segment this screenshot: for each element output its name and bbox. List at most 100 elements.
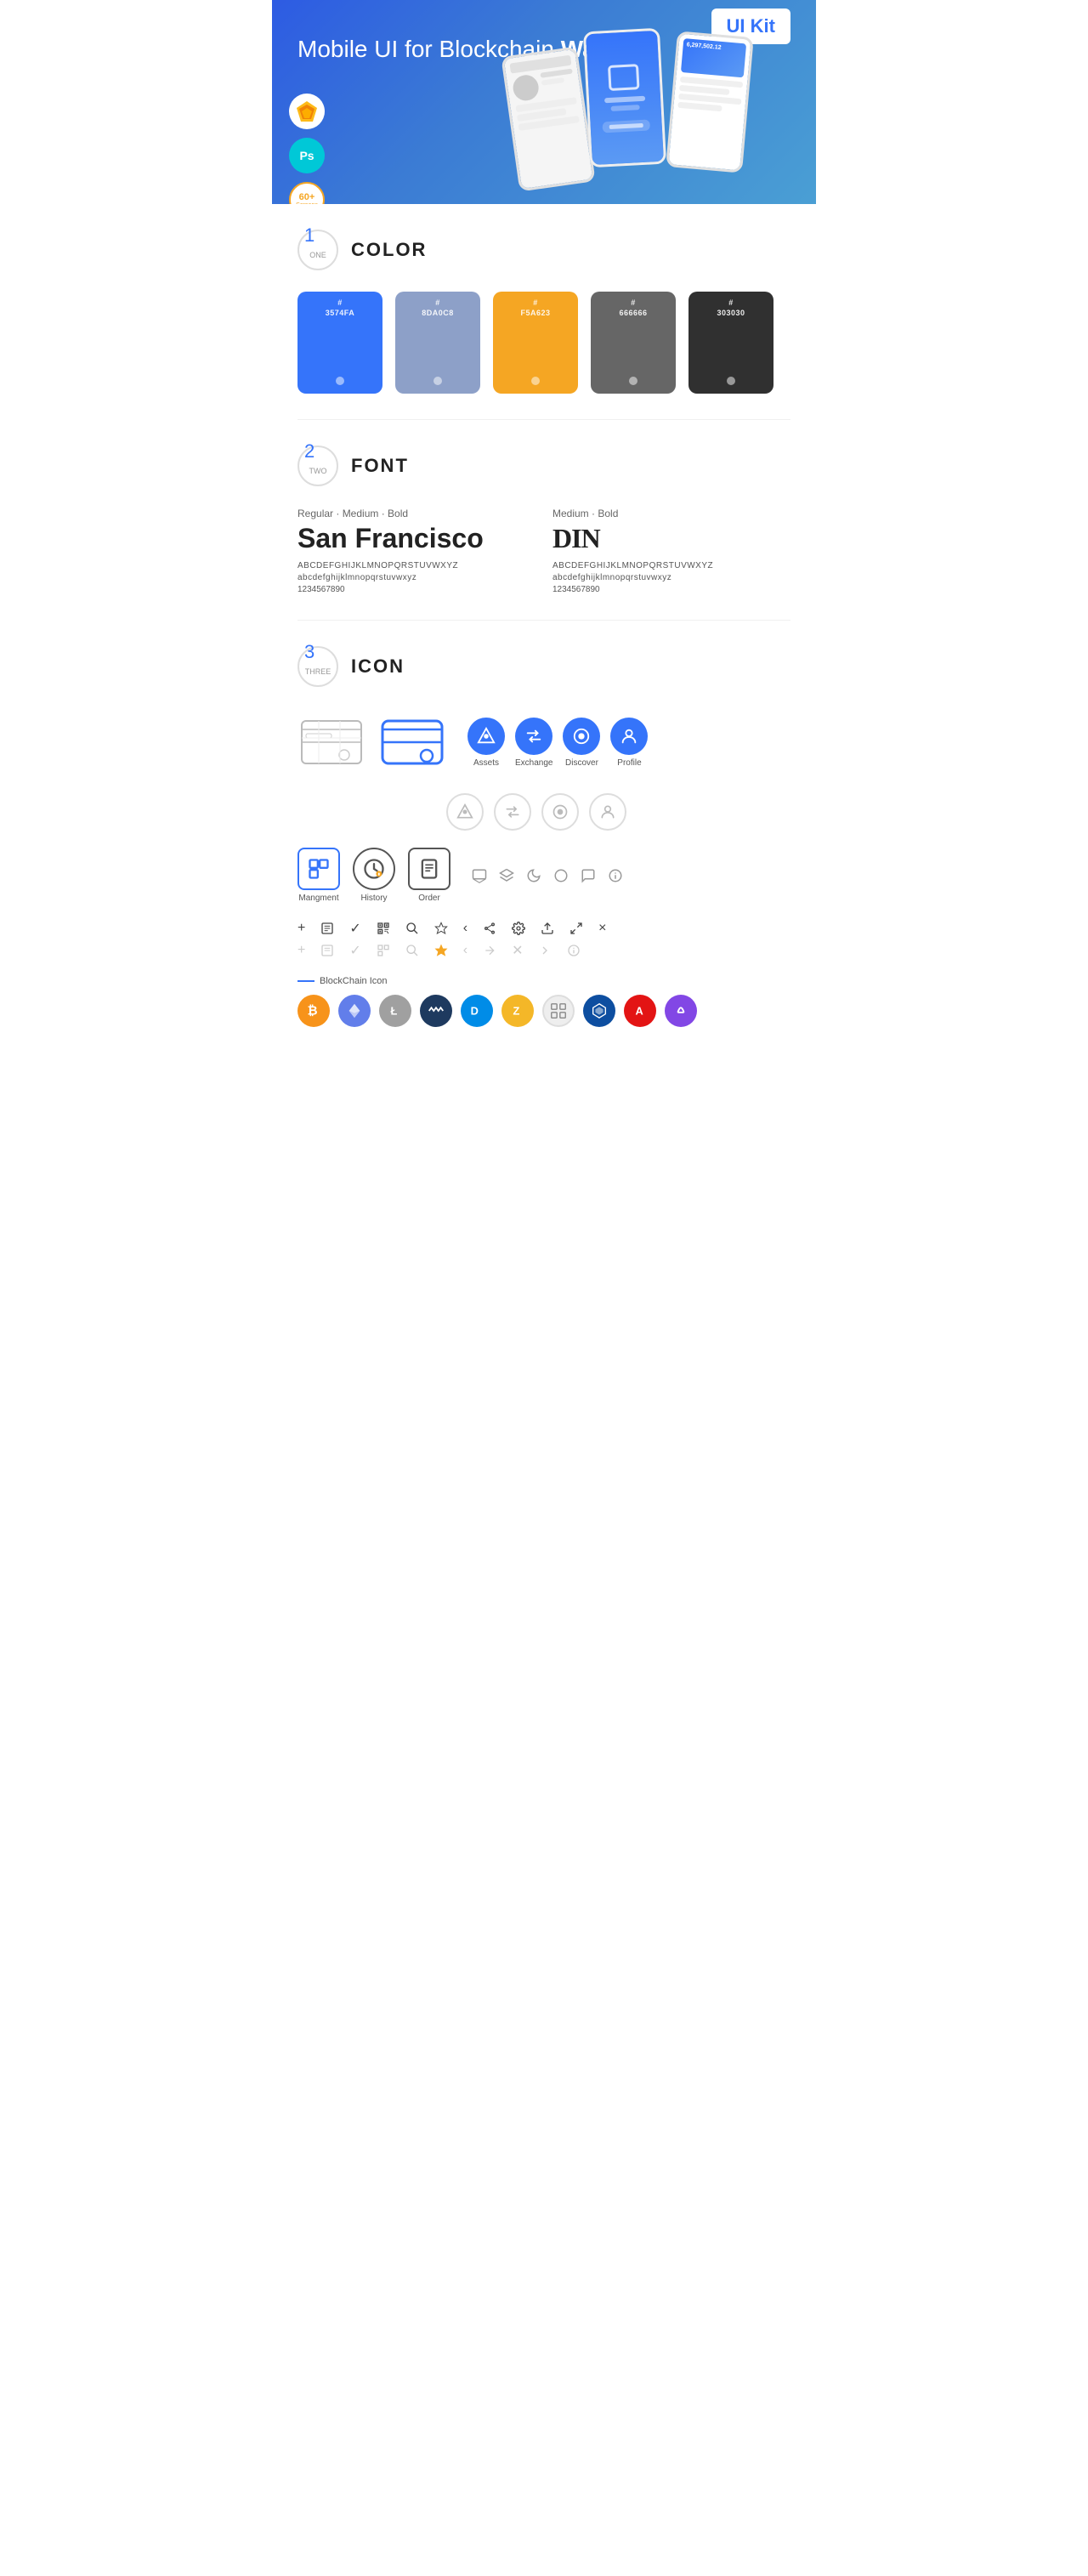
swatch-gray: #666666 bbox=[591, 292, 676, 394]
svg-text:₿: ₿ bbox=[308, 1005, 318, 1018]
history-icon-item: History bbox=[353, 848, 395, 903]
nav-icons-colored-group: Assets Exchange Discover Profile bbox=[468, 718, 648, 768]
font-sf-style: Regular · Medium · Bold bbox=[298, 508, 536, 519]
info-icon bbox=[608, 868, 623, 883]
font-section-number: 2 TWO bbox=[298, 445, 338, 486]
assets-outline bbox=[446, 793, 484, 831]
svg-text:Z: Z bbox=[513, 1005, 520, 1018]
zcash-icon: Z bbox=[502, 995, 534, 1027]
swatch-orange: #F5A623 bbox=[493, 292, 578, 394]
ark-icon: A bbox=[624, 995, 656, 1027]
phone-mock-3: 6,297,502.12 bbox=[666, 31, 754, 173]
color-section-title: COLOR bbox=[351, 239, 427, 261]
hero-badges: Ps 60+ Screens bbox=[289, 94, 325, 204]
color-section-header: 1 ONE COLOR bbox=[298, 230, 790, 270]
font-section-header: 2 TWO FONT bbox=[298, 445, 790, 486]
phone-mock-2 bbox=[583, 28, 666, 167]
check-icon-faded: ✓ bbox=[349, 942, 360, 959]
circle-icon bbox=[553, 868, 569, 883]
message-icon bbox=[581, 868, 596, 883]
font-sf-name: San Francisco bbox=[298, 523, 536, 554]
icon-section: 3 THREE ICON bbox=[272, 621, 816, 1053]
resize-icon bbox=[570, 922, 583, 935]
swatch-blue: #3574FA bbox=[298, 292, 382, 394]
font-sf-lowercase: abcdefghijklmnopqrstuvwxyz bbox=[298, 573, 536, 582]
chevron-left-faded: ‹ bbox=[463, 943, 468, 958]
font-sf-numbers: 1234567890 bbox=[298, 585, 536, 594]
phone-mockups: 6,297,502.12 bbox=[510, 17, 816, 204]
history-icon bbox=[353, 848, 395, 890]
font-sf-uppercase: ABCDEFGHIJKLMNOPQRSTUVWXYZ bbox=[298, 561, 536, 570]
bitcoin-icon: ₿ bbox=[298, 995, 330, 1027]
litecoin-icon: Ł bbox=[379, 995, 411, 1027]
plus-icon: + bbox=[298, 921, 305, 936]
matic-icon bbox=[665, 995, 697, 1027]
dash-icon: D bbox=[461, 995, 493, 1027]
upload-icon bbox=[541, 922, 554, 935]
color-section-number: 1 ONE bbox=[298, 230, 338, 270]
assets-icon bbox=[468, 718, 505, 755]
chat-icon bbox=[472, 868, 487, 883]
nav-icons-outline-row bbox=[446, 793, 790, 831]
hero-section: Mobile UI for Blockchain Wallet UI Kit P… bbox=[272, 0, 816, 204]
svg-text:Ł: Ł bbox=[391, 1005, 398, 1018]
qr-icon bbox=[377, 922, 390, 935]
svg-text:D: D bbox=[471, 1005, 479, 1018]
exchange-outline bbox=[494, 793, 531, 831]
font-grid: Regular · Medium · Bold San Francisco AB… bbox=[298, 508, 790, 594]
x-icon-faded: ✕ bbox=[512, 942, 523, 959]
blockchain-label: BlockChain Icon bbox=[298, 976, 790, 986]
ethereum-icon bbox=[338, 995, 371, 1027]
plus-icon-faded: + bbox=[298, 943, 305, 958]
wallet-colored-icon bbox=[378, 708, 446, 776]
discover-outline bbox=[541, 793, 579, 831]
small-icons-row-2: + ✓ ‹ ✕ bbox=[298, 942, 790, 959]
small-icons-row-1: + ✓ ‹ × bbox=[298, 920, 790, 937]
profile-outline-icon bbox=[589, 793, 626, 831]
order-icon bbox=[408, 848, 450, 890]
discover-nav-icon: Discover bbox=[563, 718, 600, 768]
exchange-nav-icon: Exchange bbox=[515, 718, 552, 768]
misc-icons-row bbox=[472, 868, 623, 883]
font-din: Medium · Bold DIN ABCDEFGHIJKLMNOPQRSTUV… bbox=[552, 508, 790, 594]
svg-text:A: A bbox=[636, 1005, 643, 1018]
close-icon: × bbox=[598, 921, 606, 936]
lisk-icon bbox=[583, 995, 615, 1027]
exchange-icon bbox=[515, 718, 552, 755]
exchange-outline-icon bbox=[494, 793, 531, 831]
moon-icon bbox=[526, 868, 541, 883]
font-san-francisco: Regular · Medium · Bold San Francisco AB… bbox=[298, 508, 536, 594]
icon-section-title: ICON bbox=[351, 655, 405, 678]
font-section-title: FONT bbox=[351, 455, 409, 477]
icon-section-number: 3 THREE bbox=[298, 646, 338, 687]
discover-outline-icon bbox=[541, 793, 579, 831]
waves-icon bbox=[420, 995, 452, 1027]
profile-nav-icon: Profile bbox=[610, 718, 648, 768]
note-icon bbox=[320, 922, 334, 935]
font-din-style: Medium · Bold bbox=[552, 508, 790, 519]
management-icon-item: Mangment bbox=[298, 848, 340, 903]
arrow-right-faded bbox=[538, 944, 552, 957]
color-swatches: #3574FA #8DA0C8 #F5A623 #666666 #303030 bbox=[298, 292, 790, 394]
wallet-wireframe-icon bbox=[298, 708, 366, 776]
check-icon: ✓ bbox=[349, 920, 360, 937]
grid-icon bbox=[542, 995, 575, 1027]
assets-outline-icon bbox=[446, 793, 484, 831]
font-section: 2 TWO FONT Regular · Medium · Bold San F… bbox=[272, 420, 816, 620]
star-icon bbox=[434, 922, 448, 935]
info-icon-faded bbox=[567, 944, 581, 957]
crypto-icons-row: ₿ Ł D Z A bbox=[298, 995, 790, 1027]
qr-icon-faded bbox=[377, 944, 390, 957]
font-din-numbers: 1234567890 bbox=[552, 585, 790, 594]
settings-icon bbox=[512, 922, 525, 935]
search-icon-faded bbox=[405, 944, 419, 957]
chevron-left-icon: ‹ bbox=[463, 921, 468, 936]
discover-icon bbox=[563, 718, 600, 755]
search-icon bbox=[405, 922, 419, 935]
order-icon-item: Order bbox=[408, 848, 450, 903]
assets-nav-icon: Assets bbox=[468, 718, 505, 768]
font-din-lowercase: abcdefghijklmnopqrstuvwxyz bbox=[552, 573, 790, 582]
ps-badge: Ps bbox=[289, 138, 325, 173]
layers-icon bbox=[499, 868, 514, 883]
note-icon-faded bbox=[320, 944, 334, 957]
